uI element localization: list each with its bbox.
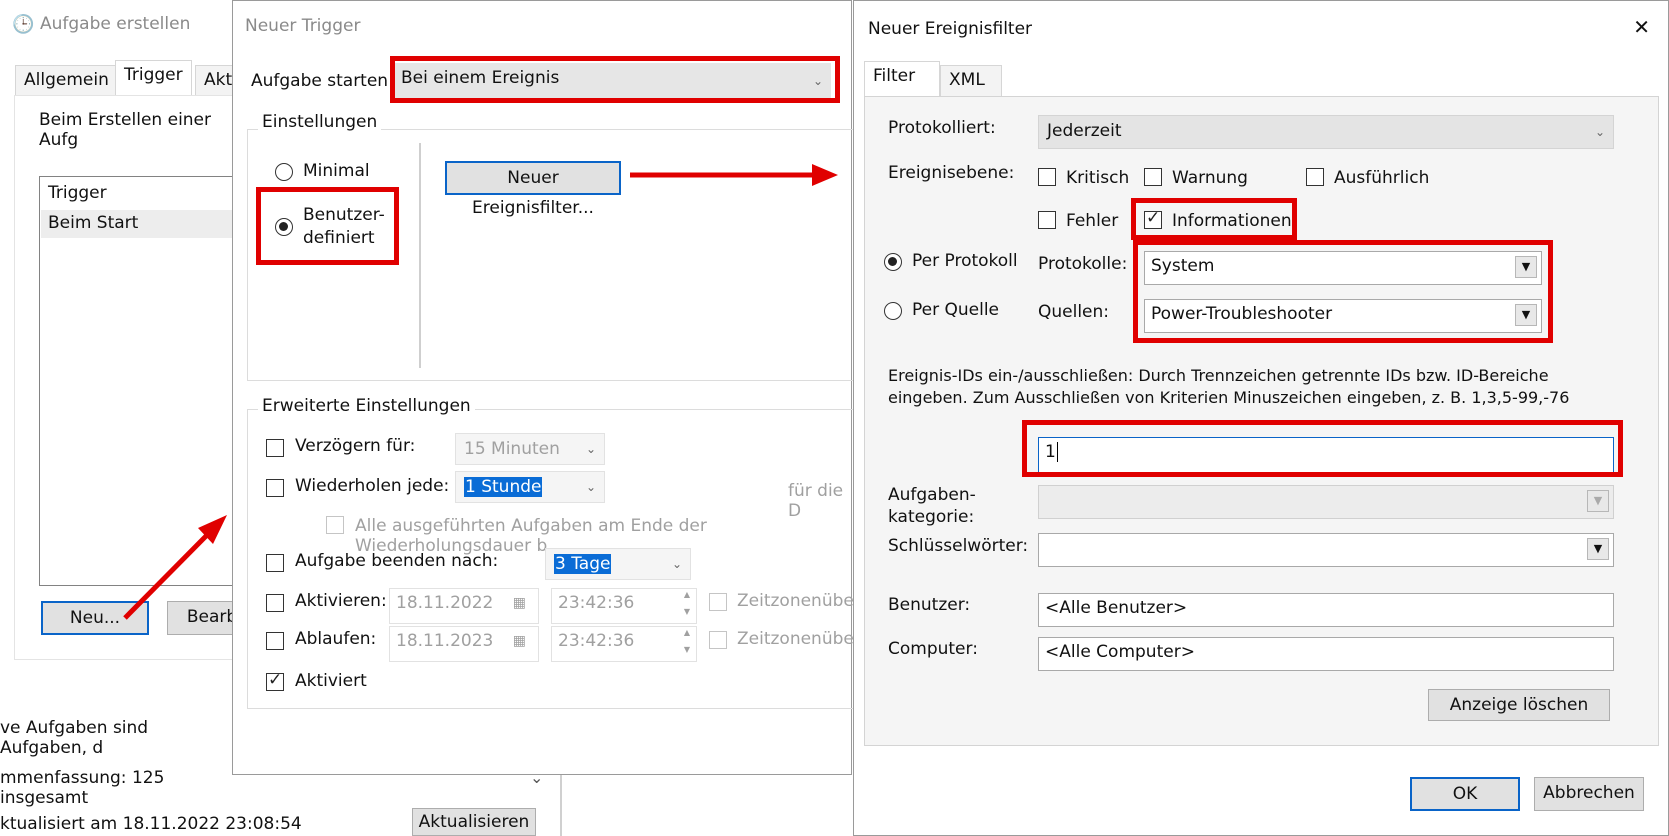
arrow-new-to-trigger (123, 515, 227, 620)
arrow-filter-to-dialog (630, 164, 838, 186)
annotation-arrows (123, 164, 838, 620)
